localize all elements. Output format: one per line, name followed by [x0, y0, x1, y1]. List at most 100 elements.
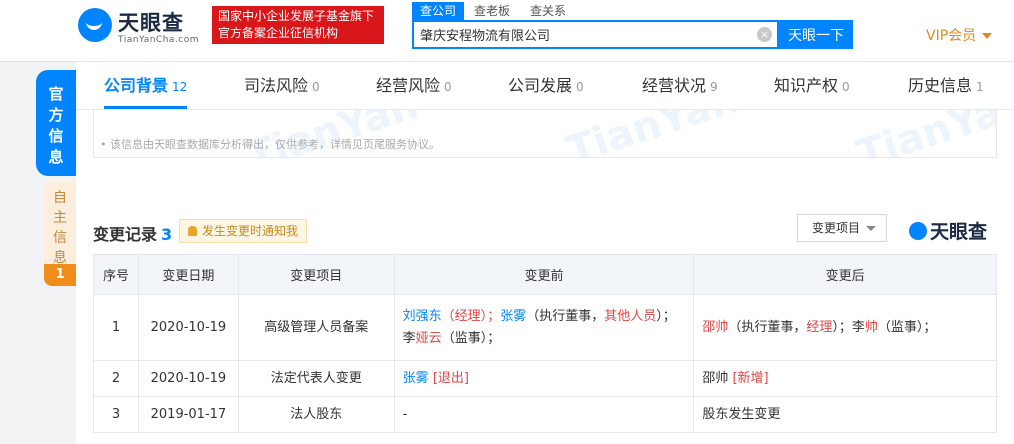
data-notice-box: TianYan TianYan TianYan • 该信息由天眼查数据库分析得出… [93, 110, 997, 158]
search-tab-boss[interactable]: 查老板 [466, 2, 518, 20]
search-box: × [412, 20, 779, 49]
role-text: （执行董事， [728, 319, 807, 335]
vip-menu[interactable]: VIP会员 [926, 25, 993, 45]
tab-history-info[interactable]: 历史信息 1 [908, 62, 984, 110]
search-tab-relation[interactable]: 查关系 [522, 2, 574, 20]
role-text: （监事）； [877, 319, 937, 335]
tab-label: 经营状况 [642, 76, 707, 95]
watermark-logo: TianYan [561, 110, 744, 157]
change-tag: [新增] [732, 370, 769, 386]
tab-company-development[interactable]: 公司发展 0 [508, 62, 584, 110]
person-link[interactable]: 张雾 [500, 309, 526, 324]
gov-badge-line-1: 国家中小企业发展子基金旗下 [218, 9, 375, 23]
tab-label: 司法风险 [244, 76, 309, 95]
watermark-logo: TianYan [851, 110, 996, 157]
section-count: 3 [161, 225, 173, 244]
cell-date: 2020-10-19 [137, 294, 239, 361]
vip-label: VIP会员 [926, 28, 977, 44]
person-link[interactable]: 刘强东 [403, 309, 442, 324]
role-text: ）； [832, 319, 852, 335]
column-header-date: 变更日期 [137, 254, 239, 295]
gov-certification-badge[interactable]: 国家中小企业发展子基金旗下 官方备案企业征信机构 [212, 6, 384, 44]
logo-text: 天眼查 [118, 11, 184, 35]
search-button[interactable]: 天眼一下 [779, 20, 853, 49]
logo-domain: TianYanCha.com [118, 35, 200, 45]
tab-operating-status[interactable]: 经营状况 9 [642, 62, 718, 110]
role-text: （执行董事， [526, 308, 605, 324]
top-header: 天眼查 TianYanCha.com 国家中小企业发展子基金旗下 官方备案企业征… [0, 0, 1014, 62]
tab-operating-risk[interactable]: 经营风险 0 [376, 62, 452, 110]
cell-item: 法定代表人变更 [237, 360, 395, 397]
role-text: （经理） [441, 308, 488, 324]
tab-label: 公司发展 [508, 76, 573, 95]
caret-down-icon [982, 33, 993, 39]
side-tab-official-label: 官方信息 [48, 85, 64, 166]
person-name-changed: 娅云 [415, 330, 442, 346]
change-records-title: 变更记录 3 [93, 221, 172, 245]
site-logo[interactable]: 天眼查 TianYanCha.com [78, 6, 203, 46]
caret-down-icon [866, 226, 876, 231]
tab-count: 0 [444, 80, 452, 94]
role-text-changed: 经理 [806, 319, 833, 335]
person-name: 李 [402, 330, 416, 346]
side-tab-official-info[interactable]: 官方信息 [36, 70, 76, 176]
table-row: 2 2020-10-19 法定代表人变更 张雾 [退出] 邵帅 [新增] [93, 360, 997, 397]
tab-count: 1 [976, 80, 984, 94]
tianyancha-logo-icon [78, 8, 112, 42]
tab-count: 9 [710, 80, 718, 94]
column-header-before: 变更前 [393, 254, 695, 295]
content-panel: 公司背景 12 司法风险 0 经营风险 0 公司发展 0 经营状况 9 知识产权 0 历史信… [76, 62, 1014, 444]
column-header-after: 变更后 [693, 254, 997, 295]
cell-before: - [393, 396, 695, 433]
person-link[interactable]: 张雾 [403, 371, 429, 386]
change-records-table: 序号 变更日期 变更项目 变更前 变更后 1 2020-10-19 高级管理人员… [93, 254, 997, 433]
separator: ； [487, 308, 501, 324]
tab-count: 0 [576, 80, 584, 94]
tab-count: 12 [172, 80, 188, 94]
tab-intellectual-property[interactable]: 知识产权 0 [774, 62, 850, 110]
side-tab-self-label: 自主信息 [53, 190, 67, 266]
cell-after: 邵帅 [新增] [693, 360, 997, 397]
side-tab-self-info[interactable]: 自主信息 1 [44, 182, 76, 286]
cell-index: 1 [93, 294, 139, 361]
cell-date: 2020-10-19 [137, 360, 239, 397]
disclaimer-text: • 该信息由天眼查数据库分析得出，仅供参考，详情见页尾服务协议。 [100, 138, 440, 151]
role-text: （监事）； [441, 330, 501, 346]
cell-item: 法人股东 [237, 396, 395, 433]
role-text: ）； [656, 308, 676, 324]
role-text-changed: 其他人员 [604, 308, 657, 324]
person-name: 李 [851, 319, 865, 335]
section-title-label: 变更记录 [93, 225, 158, 244]
cell-index: 2 [93, 360, 139, 397]
cell-item: 高级管理人员备案 [237, 294, 395, 361]
cell-index: 3 [93, 396, 139, 433]
brand-watermark: 天眼查 [909, 217, 987, 244]
person-name-changed: 邵帅 [702, 319, 729, 335]
tab-company-background[interactable]: 公司背景 12 [104, 62, 188, 109]
search-input[interactable] [414, 22, 754, 47]
person-name: 邵帅 [702, 370, 729, 386]
tab-label: 经营风险 [376, 76, 441, 95]
tab-judicial-risk[interactable]: 司法风险 0 [244, 62, 320, 110]
bell-icon [188, 226, 197, 236]
cell-before: 刘强东（经理）；张雾（执行董事，其他人员）； 李娅云（监事）； [393, 294, 695, 361]
change-tag: [退出] [432, 370, 469, 386]
search-tab-company[interactable]: 查公司 [412, 2, 465, 20]
notify-on-change-button[interactable]: 发生变更时通知我 [179, 219, 308, 243]
column-header-item: 变更项目 [237, 254, 395, 295]
gov-badge-line-2: 官方备案企业征信机构 [218, 26, 339, 40]
self-info-count-badge: 1 [44, 264, 76, 286]
tab-label: 公司背景 [104, 76, 169, 95]
tab-label: 历史信息 [908, 76, 973, 95]
table-row: 3 2019-01-17 法人股东 - 股东发生变更 [93, 396, 997, 433]
clear-icon[interactable]: × [757, 27, 772, 42]
category-tabs: 公司背景 12 司法风险 0 经营风险 0 公司发展 0 经营状况 9 知识产权 0 历史信… [76, 62, 1014, 110]
tab-label: 知识产权 [774, 76, 839, 95]
cell-after: 邵帅（执行董事，经理）；李帅（监事）； [693, 294, 997, 361]
table-header-row: 序号 变更日期 变更项目 变更前 变更后 [93, 254, 997, 295]
column-header-index: 序号 [93, 254, 139, 295]
change-item-filter[interactable]: 变更项目 [797, 214, 887, 242]
tab-count: 0 [312, 80, 320, 94]
tab-count: 0 [842, 80, 850, 94]
cell-after: 股东发生变更 [693, 396, 997, 433]
